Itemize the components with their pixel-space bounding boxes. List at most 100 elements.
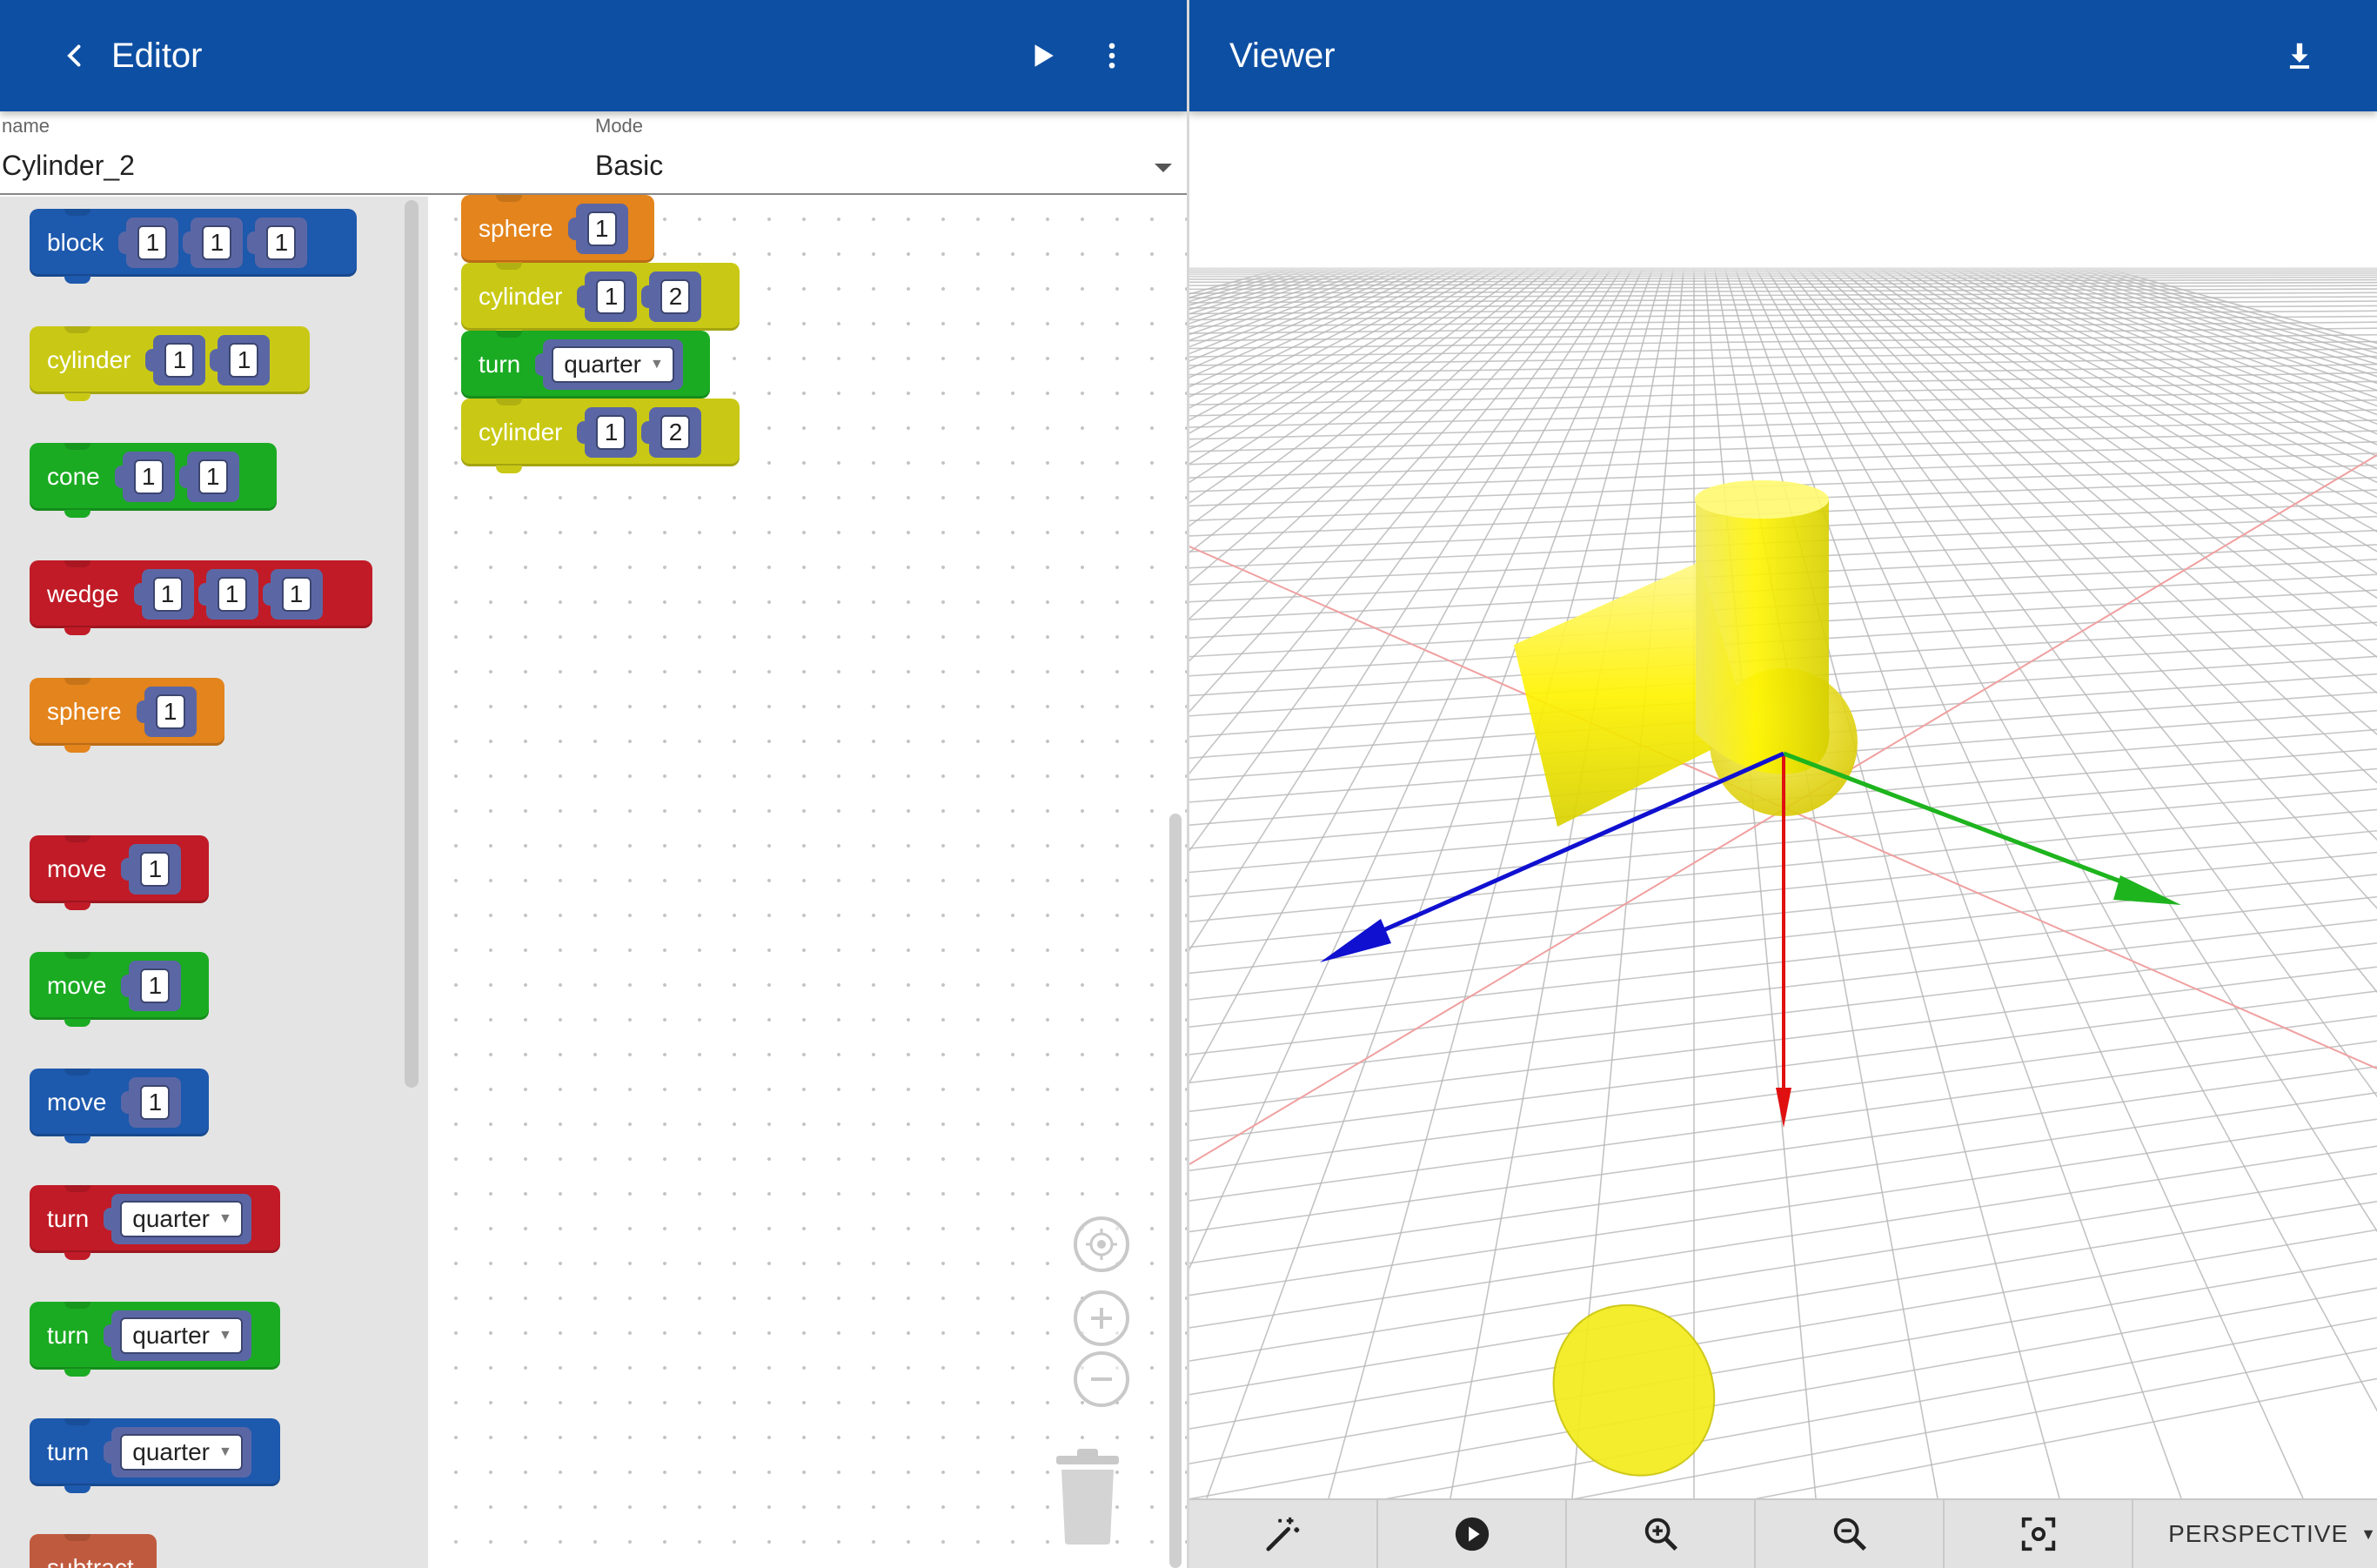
grid-line (1189, 267, 1624, 952)
number-field[interactable]: 1 (140, 852, 171, 887)
arg-socket: quarter ▼ (104, 1310, 251, 1361)
grid-line (1754, 1377, 2377, 1498)
arg-socket: 1 (114, 452, 175, 502)
play-animation-button[interactable] (1378, 1500, 1568, 1568)
grid-line (2032, 267, 2377, 385)
palette-block-wedge[interactable]: wedge 1 1 1 (30, 560, 372, 635)
grid-line (2042, 267, 2377, 378)
zoom-out-icon (1833, 1518, 1866, 1551)
zoom-in-icon (1644, 1518, 1677, 1551)
turn-dropdown[interactable]: quarter ▼ (120, 1201, 243, 1237)
workspace-block-sphere[interactable]: sphere 1 (461, 195, 654, 270)
number-field[interactable]: 1 (137, 225, 168, 260)
palette-block-subtract[interactable]: subtract (30, 1534, 157, 1568)
palette-block-cone[interactable]: cone 1 1 (30, 443, 277, 518)
grid-line (1898, 267, 2377, 533)
reset-view-button[interactable] (1945, 1500, 2134, 1568)
back-button[interactable] (44, 24, 106, 87)
arg-socket: 1 (183, 218, 244, 268)
editor-title: Editor (111, 36, 203, 75)
turn-dropdown[interactable]: quarter ▼ (552, 346, 674, 383)
workspace-scrollbar[interactable] (1169, 814, 1182, 1568)
download-button[interactable] (2268, 24, 2331, 87)
zoom-out-button[interactable] (1756, 1500, 1945, 1568)
number-field[interactable]: 1 (152, 577, 183, 612)
number-field[interactable]: 1 (140, 1085, 171, 1120)
grid-line (1189, 267, 1418, 362)
turn-dropdown[interactable]: quarter ▼ (120, 1434, 243, 1471)
number-field[interactable]: 1 (198, 459, 228, 494)
magic-wand-button[interactable] (1189, 1500, 1379, 1568)
palette-block-turn-z[interactable]: turn quarter ▼ (30, 1418, 280, 1493)
workspace-block-cylinder[interactable]: cylinder 1 2 (461, 263, 740, 338)
grid-line (2104, 267, 2377, 345)
pane-divider[interactable] (1187, 0, 1189, 1568)
name-label: name (2, 115, 50, 137)
number-field[interactable]: 1 (596, 415, 626, 450)
number-field[interactable]: 1 (217, 577, 247, 612)
number-field[interactable]: 1 (133, 459, 164, 494)
grid-line (1189, 267, 1346, 319)
3d-viewport[interactable] (1189, 111, 2377, 1498)
play-icon (1034, 44, 1054, 67)
grid-line (1189, 267, 1305, 303)
grid-line (1189, 267, 1613, 852)
number-field[interactable]: 1 (229, 343, 259, 378)
number-field[interactable]: 2 (660, 279, 691, 314)
arg-socket: 1 (145, 335, 206, 385)
arg-socket: 1 (118, 218, 179, 268)
grid-line (1189, 267, 1284, 295)
grid-line (1713, 267, 1938, 1498)
more-menu-button[interactable] (1081, 24, 1143, 87)
camera-mode-value: PERSPECTIVE (2168, 1520, 2349, 1547)
grid-line (1909, 267, 2377, 515)
grid-line (1189, 267, 1510, 466)
palette-scrollbar[interactable] (405, 200, 418, 1088)
zoom-in-button[interactable] (1567, 1500, 1757, 1568)
mode-value: Basic (595, 150, 664, 181)
palette-block-move-x[interactable]: move 1 (30, 835, 209, 910)
palette-block-move-z[interactable]: move 1 (30, 1069, 209, 1143)
number-field[interactable]: 1 (202, 225, 232, 260)
trash-can[interactable] (1053, 1449, 1122, 1545)
zoom-in-workspace-button[interactable] (1074, 1290, 1129, 1346)
number-field[interactable]: 1 (596, 279, 626, 314)
zoom-out-workspace-button[interactable] (1074, 1351, 1129, 1407)
number-field[interactable]: 1 (586, 211, 617, 246)
mode-label: Mode (595, 115, 644, 137)
camera-mode-select[interactable]: PERSPECTIVE ▼ (2133, 1500, 2377, 1568)
workspace-block-cylinder[interactable]: cylinder 1 2 (461, 399, 740, 473)
number-field[interactable]: 1 (140, 968, 171, 1003)
number-field[interactable]: 1 (266, 225, 297, 260)
block-palette[interactable]: block 1 1 1 cylinder 1 1 cone 1 1 wedge … (0, 197, 428, 1568)
mode-select[interactable]: Basic (595, 146, 1178, 190)
recenter-button[interactable] (1074, 1216, 1129, 1272)
play-circle-icon (1455, 1517, 1489, 1551)
arg-socket: quarter ▼ (104, 1194, 251, 1244)
palette-block-turn-x[interactable]: turn quarter ▼ (30, 1185, 280, 1260)
grid-line (1189, 267, 1633, 1084)
palette-block-sphere[interactable]: sphere 1 (30, 678, 224, 753)
arg-socket: 1 (577, 271, 638, 322)
arg-socket: 2 (641, 271, 702, 322)
grid-line (1703, 267, 1817, 1498)
grid-line (1991, 267, 2377, 416)
number-field[interactable]: 1 (155, 694, 185, 729)
run-button[interactable] (1011, 24, 1074, 87)
arg-socket: 1 (577, 407, 638, 458)
grid-line (1189, 1257, 2377, 1464)
name-input[interactable] (2, 150, 559, 182)
number-field[interactable]: 1 (281, 577, 311, 612)
grid-line (1189, 267, 1572, 620)
target-icon (1086, 1229, 1117, 1260)
grid-line (1189, 267, 1325, 311)
palette-block-turn-y[interactable]: turn quarter ▼ (30, 1302, 280, 1377)
workspace-block-turn[interactable]: turn quarter ▼ (461, 331, 710, 405)
turn-dropdown[interactable]: quarter ▼ (120, 1317, 243, 1354)
number-field[interactable]: 2 (660, 415, 691, 450)
palette-block-cylinder[interactable]: cylinder 1 1 (30, 326, 310, 401)
scene-canvas[interactable] (1189, 111, 2377, 1498)
palette-block-block[interactable]: block 1 1 1 (30, 209, 357, 284)
number-field[interactable]: 1 (164, 343, 195, 378)
palette-block-move-y[interactable]: move 1 (30, 952, 209, 1027)
